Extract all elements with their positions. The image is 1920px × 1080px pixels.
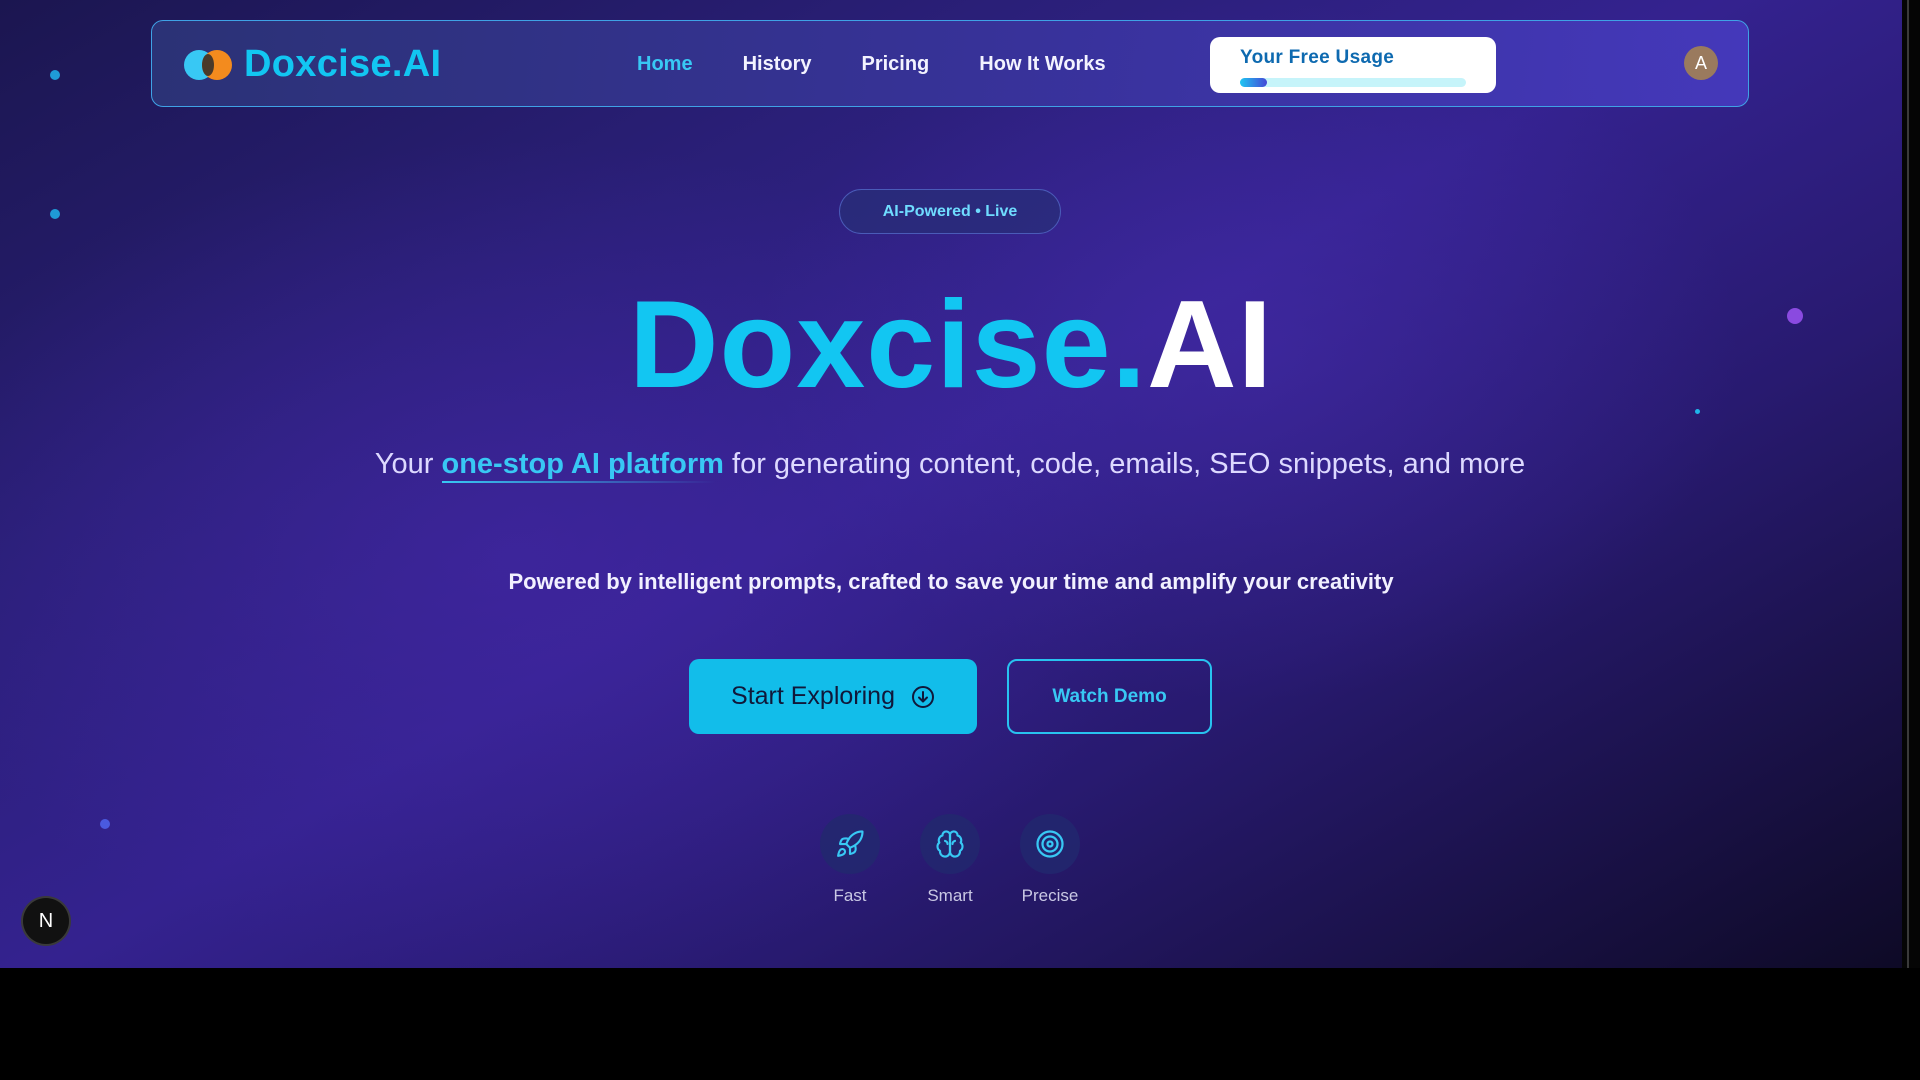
hero-tagline: Powered by intelligent prompts, crafted … [508, 569, 1394, 594]
brand-name: Doxcise.AI [244, 43, 442, 85]
decorative-dot [50, 70, 60, 80]
free-usage-progress-fill [1240, 78, 1268, 87]
decorative-dot [50, 209, 60, 219]
landing-page: Doxcise.AI Home History Pricing How It W… [0, 0, 1902, 968]
feature-fast: Fast [800, 814, 900, 906]
hero-title-part2: AI [1147, 276, 1274, 414]
nav-item-how-it-works[interactable]: How It Works [979, 53, 1105, 76]
top-navbar: Doxcise.AI Home History Pricing How It W… [151, 20, 1749, 107]
feature-label: Precise [1021, 886, 1079, 905]
nav-item-pricing[interactable]: Pricing [861, 53, 929, 76]
start-exploring-label: Start Exploring [731, 682, 895, 710]
watch-demo-label: Watch Demo [1052, 685, 1167, 707]
feature-smart: Smart [900, 814, 1000, 906]
arrow-down-circle-icon [911, 685, 934, 708]
next-dev-badge[interactable]: N [23, 898, 69, 944]
start-exploring-button[interactable]: Start Exploring [689, 659, 977, 734]
hero-subtitle-post: for generating content, code, emails, SE… [732, 448, 1526, 480]
brand-logo[interactable]: Doxcise.AI [184, 43, 441, 86]
nav-item-history[interactable]: History [743, 53, 812, 76]
main-nav: Home History Pricing How It Works [637, 53, 1156, 76]
rocket-icon [837, 830, 864, 857]
feature-label: Fast [833, 886, 867, 905]
scrollbar-line [1907, 0, 1909, 968]
hero-subtitle-pre: Your [374, 448, 434, 480]
feature-precise: Precise [1000, 814, 1100, 906]
page-scrollbar[interactable] [1902, 0, 1920, 968]
hero-title-part1: Doxcise. [628, 276, 1148, 414]
free-usage-card[interactable]: Your Free Usage [1210, 37, 1496, 93]
hero-subtitle: Your one-stop AI platform for generating… [350, 440, 1550, 489]
hero-title: Doxcise.AI [0, 275, 1902, 415]
ai-powered-live-badge: AI-Powered • Live [839, 189, 1061, 234]
hero-subtitle-highlight: one-stop AI platform [441, 448, 724, 480]
user-avatar[interactable]: A [1684, 46, 1718, 80]
feature-label: Smart [927, 886, 973, 905]
next-dev-badge-label: N [38, 909, 54, 932]
watch-demo-button[interactable]: Watch Demo [1007, 659, 1212, 734]
feature-icon-circle [1020, 814, 1080, 874]
overlapping-circles-logo-icon [184, 49, 232, 81]
free-usage-label: Your Free Usage [1240, 47, 1395, 68]
free-usage-progress-bar [1240, 78, 1466, 87]
nav-item-home[interactable]: Home [637, 53, 693, 76]
brain-icon [936, 830, 964, 858]
feature-icon-circle [920, 814, 980, 874]
feature-icon-circle [820, 814, 880, 874]
target-icon [1036, 830, 1064, 858]
decorative-dot [100, 819, 110, 829]
